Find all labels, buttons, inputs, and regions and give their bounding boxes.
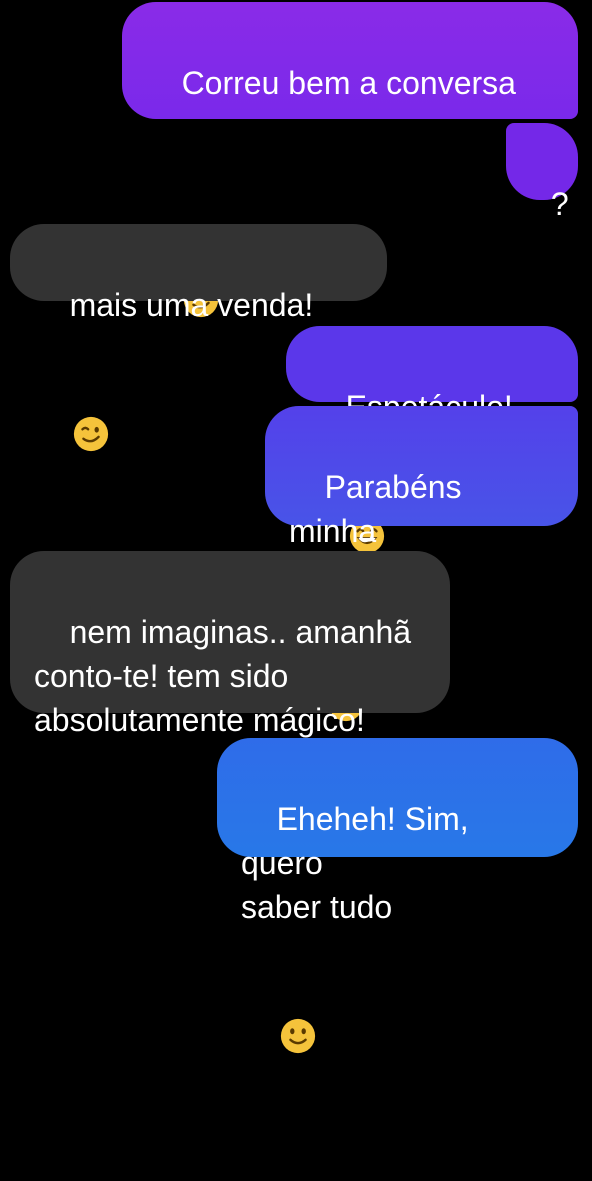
message-text: Correu bem a conversa — [181, 65, 516, 101]
slightly-smiling-face-icon — [279, 929, 317, 1054]
message-bubble-sent[interactable]: Correu bem a conversa — [122, 2, 578, 318]
message-text: mais uma venda! — [69, 287, 314, 323]
message-bubble-sent[interactable]: Eheheh! Sim, quero saber tudo — [217, 738, 578, 1054]
message-bubble-received[interactable]: mais uma venda! — [10, 224, 387, 452]
message-bubble-sent[interactable]: Espetáculo! — [286, 326, 578, 554]
message-text: nem imaginas.. amanhã conto-te! tem sido… — [34, 614, 412, 738]
message-bubble-received[interactable]: nem imaginas.. amanhã conto-te! tem sido… — [10, 551, 450, 738]
message-bubble-sent[interactable]: ? — [506, 123, 578, 222]
message-bubble-sent[interactable]: Parabéns minha querida! — [265, 406, 578, 722]
message-text: Eheheh! Sim, quero saber tudo — [241, 801, 469, 925]
winking-face-icon — [72, 327, 110, 452]
message-text: ? — [550, 186, 569, 222]
